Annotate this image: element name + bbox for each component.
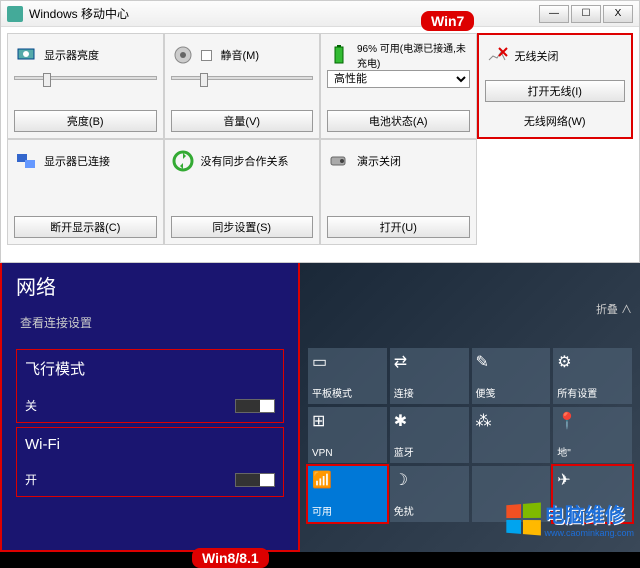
action-tile-7[interactable]: 📍 地" [553, 407, 632, 463]
tile-label: 连接 [394, 385, 465, 400]
sync-tile: 没有同步合作关系 同步设置(S) [164, 139, 321, 245]
battery-footer[interactable]: 电池状态(A) [327, 110, 470, 132]
tile-icon: ⚙ [557, 352, 628, 372]
disconnect-display-button[interactable]: 断开显示器(C) [14, 216, 157, 238]
tile-icon: ⇄ [394, 352, 465, 372]
mute-label: 静音(M) [221, 47, 260, 63]
sync-settings-button[interactable]: 同步设置(S) [171, 216, 314, 238]
brightness-label: 显示器亮度 [44, 47, 99, 63]
tile-label: 蓝牙 [394, 444, 465, 459]
enable-wireless-button[interactable]: 打开无线(I) [485, 80, 626, 102]
power-plan-select[interactable]: 高性能 [327, 70, 470, 88]
win7-badge: Win7 [421, 11, 474, 31]
watermark-text: 电脑维修 [544, 499, 634, 528]
action-tile-2[interactable]: ✎ 便笺 [472, 348, 551, 404]
tile-label: 便笺 [476, 385, 547, 400]
action-tile-8[interactable]: 📶 可用 [308, 466, 387, 522]
presentation-open-button[interactable]: 打开(U) [327, 216, 470, 238]
tile-label: 可用 [312, 503, 383, 518]
maximize-button[interactable]: ☐ [571, 5, 601, 23]
minimize-button[interactable]: — [539, 5, 569, 23]
collapse-link[interactable]: 折叠 ∧ [596, 301, 632, 317]
airplane-state: 关 [25, 397, 37, 414]
wifi-toggle[interactable] [235, 473, 275, 487]
app-icon [7, 6, 23, 22]
brightness-slider[interactable] [14, 76, 157, 80]
network-header: 网络 [2, 263, 298, 308]
windows-logo-icon [507, 502, 542, 535]
volume-footer[interactable]: 音量(V) [171, 110, 314, 132]
empty-tile [477, 139, 634, 245]
tile-icon: 📶 [312, 470, 383, 490]
tile-icon: ⊞ [312, 411, 383, 431]
action-tile-6[interactable]: ⁂ [472, 407, 551, 463]
action-tile-9[interactable]: ☽ 免扰 [390, 466, 469, 522]
action-tile-0[interactable]: ▭ 平板模式 [308, 348, 387, 404]
watermark-url: www.caominkang.com [544, 528, 634, 538]
presentation-label: 演示关闭 [357, 153, 401, 169]
tile-label: VPN [312, 448, 383, 459]
speaker-icon [171, 43, 195, 67]
watermark: 电脑维修 www.caominkang.com [504, 499, 634, 538]
action-tile-3[interactable]: ⚙ 所有设置 [553, 348, 632, 404]
tile-icon: ✈ [557, 470, 628, 490]
wireless-tile: 无线关闭 打开无线(I) 无线网络(W) [477, 33, 634, 139]
tile-label: 所有设置 [557, 385, 628, 400]
projector-icon [327, 149, 351, 173]
wifi-state: 开 [25, 471, 37, 488]
tile-label: 免扰 [394, 503, 465, 518]
win10-panel: Win10 折叠 ∧ ▭平板模式⇄连接✎便笺⚙所有设置⊞VPN✱蓝牙⁂📍地"📶可… [300, 263, 640, 552]
action-tile-5[interactable]: ✱ 蓝牙 [390, 407, 469, 463]
tile-label: 平板模式 [312, 385, 383, 400]
volume-slider[interactable] [171, 76, 314, 80]
mute-checkbox[interactable] [201, 50, 212, 61]
view-settings-link[interactable]: 查看连接设置 [2, 308, 298, 345]
display-icon [14, 149, 38, 173]
close-button[interactable]: X [603, 5, 633, 23]
airplane-toggle[interactable] [235, 399, 275, 413]
tile-icon: ✎ [476, 352, 547, 372]
airplane-mode-title: 飞行模式 [25, 358, 275, 379]
tile-icon: ☽ [394, 470, 465, 490]
tile-icon: ▭ [312, 352, 383, 372]
tile-icon: ✱ [394, 411, 465, 431]
win8-panel: Win8/8.1 网络 查看连接设置 飞行模式 关 Wi-Fi 开 [0, 263, 300, 552]
display-tile: 显示器已连接 断开显示器(C) [7, 139, 164, 245]
sync-icon [171, 149, 195, 173]
tile-icon: 📍 [557, 411, 628, 431]
volume-tile: 静音(M) 音量(V) [164, 33, 321, 139]
battery-label: 96% 可用(电源已接通,未充电) [357, 40, 470, 70]
battery-tile: 96% 可用(电源已接通,未充电) 高性能 电池状态(A) [320, 33, 477, 139]
action-tile-1[interactable]: ⇄ 连接 [390, 348, 469, 404]
sync-label: 没有同步合作关系 [201, 153, 289, 169]
brightness-footer[interactable]: 亮度(B) [14, 110, 157, 132]
wifi-title: Wi-Fi [25, 436, 275, 453]
action-tile-4[interactable]: ⊞ VPN [308, 407, 387, 463]
wireless-label: 无线关闭 [515, 48, 559, 64]
battery-icon [327, 43, 351, 67]
wireless-off-icon [485, 44, 509, 68]
presentation-tile: 演示关闭 打开(U) [320, 139, 477, 245]
brightness-icon [14, 43, 38, 67]
display-label: 显示器已连接 [44, 153, 110, 169]
brightness-tile: 显示器亮度 亮度(B) [7, 33, 164, 139]
tile-label: 地" [557, 444, 628, 459]
tile-icon: ⁂ [476, 411, 547, 431]
wireless-footer[interactable]: 无线网络(W) [485, 111, 626, 131]
win8-badge: Win8/8.1 [192, 548, 269, 568]
